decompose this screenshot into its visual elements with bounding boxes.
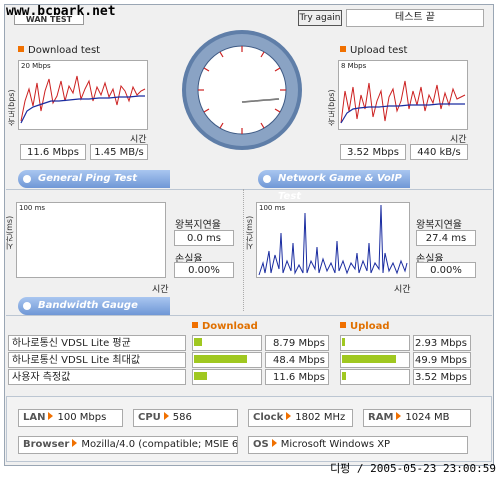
tab-general-ping-test[interactable]: General Ping Test: [18, 170, 170, 188]
gauge-upload-bar: [342, 338, 345, 346]
upload-scale: 8 Mbps: [341, 62, 367, 70]
orange-square-icon: [340, 322, 346, 328]
lan-info: LAN 100 Mbps: [18, 409, 123, 427]
os-info: OS Microsoft Windows XP: [248, 436, 468, 454]
arrow-right-icon: [48, 412, 54, 420]
speed-dial-svg: [182, 30, 302, 150]
gauge-upload-bar-track: [340, 335, 410, 351]
divider: [6, 315, 492, 316]
ping-graph: [16, 202, 166, 278]
browser-info: Browser Mozilla/4.0 (compatible; MSIE 6.0: [18, 436, 238, 454]
gauge-download-value: 8.79 Mbps: [265, 335, 329, 351]
download-mbs: 1.45 MB/s: [90, 144, 148, 160]
test-status: 테스트 끝: [346, 9, 484, 27]
download-graph-svg: [20, 75, 146, 124]
download-mbps: 11.6 Mbps: [20, 144, 86, 160]
gauge-download-bar-track: [192, 335, 262, 351]
gauge-download-value: 11.6 Mbps: [265, 369, 329, 385]
download-title: Download test: [18, 45, 100, 56]
arrow-right-icon: [396, 412, 402, 420]
game-scale: 100 ms: [259, 204, 286, 212]
tab-network-game-voip-test[interactable]: Network Game & VoIP Test: [258, 170, 410, 202]
game-loss: 0.00%: [416, 262, 476, 278]
upload-mbps: 3.52 Mbps: [340, 144, 406, 160]
arrow-right-icon: [72, 439, 78, 447]
upload-line-red: [340, 80, 466, 124]
gauge-row-label: 하나로통신 VDSL Lite 최대값: [8, 352, 186, 368]
cpu-info: CPU 586: [133, 409, 238, 427]
gauge-download-header: Download: [192, 321, 258, 332]
gauge-download-bar: [194, 338, 202, 346]
divider: [6, 189, 492, 190]
gauge-upload-header: Upload: [340, 321, 389, 332]
game-latency-label: 왕복지연율: [416, 220, 462, 231]
bullet-icon: [263, 175, 271, 183]
upload-title: Upload test: [340, 45, 407, 56]
download-ylabel: 속도(bps): [7, 89, 16, 126]
gauge-upload-bar: [342, 372, 346, 380]
arrow-right-icon: [286, 412, 292, 420]
ping-loss: 0.00%: [174, 262, 234, 278]
gauge-row-label: 사용자 측정값: [8, 369, 186, 385]
arrow-right-icon: [163, 412, 169, 420]
ram-info: RAM 1024 MB: [363, 409, 471, 427]
game-graph-svg: [258, 204, 408, 276]
game-ylabel: 시간(ms): [245, 215, 254, 250]
wan-test-tab: WAN TEST: [14, 15, 84, 25]
ping-scale: 100 ms: [19, 204, 46, 212]
upload-kbs: 440 kB/s: [410, 144, 468, 160]
gauge-upload-bar-track: [340, 352, 410, 368]
game-graph: [256, 202, 410, 278]
orange-square-icon: [340, 46, 346, 52]
ping-latency: 0.0 ms: [174, 230, 234, 246]
gauge-download-bar-track: [192, 369, 262, 385]
speed-dial: [180, 28, 304, 152]
gauge-upload-bar: [342, 355, 396, 363]
arrow-right-icon: [271, 439, 277, 447]
bullet-icon: [23, 302, 31, 310]
ping-xlabel: 시간: [152, 285, 169, 295]
ping-latency-label: 왕복지연율: [175, 220, 221, 231]
ping-ylabel: 시간(ms): [5, 215, 14, 250]
footer-credit: 디펑 / 2005-05-23 23:00:59: [330, 462, 496, 475]
orange-square-icon: [18, 46, 24, 52]
gauge-row-label: 하나로통신 VDSL Lite 평균: [8, 335, 186, 351]
try-again-button[interactable]: Try again: [298, 10, 342, 26]
upload-ylabel: 속도(bps): [327, 89, 336, 126]
gauge-download-bar: [194, 355, 247, 363]
gauge-download-bar: [194, 372, 207, 380]
clock-info: Clock 1802 MHz: [248, 409, 353, 427]
gauge-upload-value: 2.93 Mbps: [413, 335, 471, 351]
gauge-download-bar-track: [192, 352, 262, 368]
gauge-upload-value: 49.9 Mbps: [413, 352, 471, 368]
tab-bandwidth-gauge[interactable]: Bandwidth Gauge: [18, 297, 170, 315]
upload-graph: [338, 60, 468, 130]
gauge-upload-bar-track: [340, 369, 410, 385]
gauge-upload-value: 3.52 Mbps: [413, 369, 471, 385]
game-latency: 27.4 ms: [416, 230, 476, 246]
bullet-icon: [23, 175, 31, 183]
game-xlabel: 시간: [394, 285, 411, 295]
upload-line-blue: [340, 103, 465, 124]
download-graph: [18, 60, 148, 130]
orange-square-icon: [192, 322, 198, 328]
upload-graph-svg: [340, 80, 466, 124]
gauge-download-value: 48.4 Mbps: [265, 352, 329, 368]
game-line: [258, 204, 408, 276]
download-scale: 20 Mbps: [21, 62, 51, 70]
